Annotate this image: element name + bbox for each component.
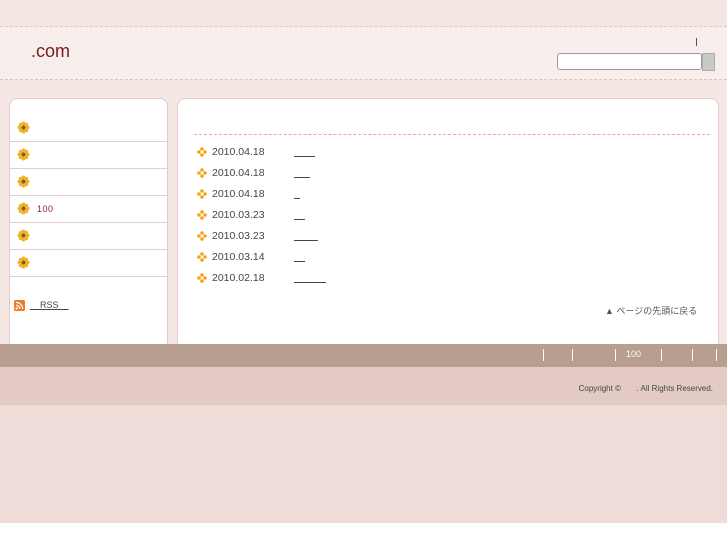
nav-separator bbox=[543, 349, 544, 361]
news-link[interactable] bbox=[294, 230, 318, 241]
rss-label: RSS bbox=[40, 300, 59, 310]
nav-separator bbox=[661, 349, 662, 361]
footer-nav-item-100[interactable]: 100 bbox=[626, 349, 641, 359]
footer: Copyright © . All Rights Reserved. bbox=[0, 367, 727, 406]
clover-bullet-icon bbox=[197, 273, 207, 283]
sunflower-icon bbox=[17, 175, 30, 188]
main-content: 2010.04.18 2010.04.18 2010.04.18 2010.03… bbox=[177, 98, 719, 350]
sunflower-icon bbox=[17, 229, 30, 242]
nav-separator bbox=[615, 349, 616, 361]
news-link[interactable] bbox=[294, 272, 326, 283]
rss-icon[interactable] bbox=[14, 300, 25, 311]
news-item: 2010.04.18 bbox=[197, 167, 397, 181]
nav-separator bbox=[572, 349, 573, 361]
news-item: 2010.04.18 bbox=[197, 146, 397, 160]
sunflower-icon bbox=[17, 202, 30, 215]
news-link[interactable] bbox=[294, 209, 305, 220]
site-header: .com bbox=[0, 27, 727, 80]
news-item: 2010.03.14 bbox=[197, 251, 397, 265]
header-divider bbox=[696, 38, 697, 46]
news-date: 2010.04.18 bbox=[212, 188, 265, 200]
sidebar-item-label: 100 bbox=[37, 204, 54, 214]
clover-bullet-icon bbox=[197, 168, 207, 178]
sidebar: 100 RSS bbox=[9, 98, 168, 350]
section-divider bbox=[194, 134, 710, 135]
search-input[interactable] bbox=[557, 53, 702, 70]
news-link[interactable] bbox=[294, 167, 310, 178]
sidebar-item[interactable] bbox=[10, 223, 167, 250]
news-date: 2010.04.18 bbox=[212, 146, 265, 158]
clover-bullet-icon bbox=[197, 231, 207, 241]
news-item: 2010.03.23 bbox=[197, 230, 397, 244]
nav-separator bbox=[692, 349, 693, 361]
news-date: 2010.03.23 bbox=[212, 230, 265, 242]
nav-separator bbox=[716, 349, 717, 361]
news-date: 2010.02.18 bbox=[212, 272, 265, 284]
rss-link[interactable]: RSS bbox=[30, 300, 69, 310]
sidebar-item[interactable] bbox=[10, 142, 167, 169]
news-item: 2010.03.23 bbox=[197, 209, 397, 223]
news-link[interactable] bbox=[294, 146, 315, 157]
news-link[interactable] bbox=[294, 251, 305, 262]
news-item: 2010.04.18 bbox=[197, 188, 397, 202]
clover-bullet-icon bbox=[197, 189, 207, 199]
news-date: 2010.03.14 bbox=[212, 251, 265, 263]
footer-nav: 100 bbox=[0, 344, 727, 367]
copyright-text: Copyright © . All Rights Reserved. bbox=[578, 384, 713, 393]
news-date: 2010.04.18 bbox=[212, 167, 265, 179]
sidebar-item[interactable] bbox=[10, 169, 167, 196]
sidebar-item[interactable] bbox=[10, 250, 167, 277]
sidebar-item[interactable] bbox=[10, 115, 167, 142]
sunflower-icon bbox=[17, 121, 30, 134]
clover-bullet-icon bbox=[197, 252, 207, 262]
top-band bbox=[0, 0, 727, 27]
sidebar-item-100[interactable]: 100 bbox=[10, 196, 167, 223]
page-top-link[interactable]: ▲ ページの先頭に戻る bbox=[605, 304, 697, 317]
news-link[interactable] bbox=[294, 188, 300, 199]
news-date: 2010.03.23 bbox=[212, 209, 265, 221]
sunflower-icon bbox=[17, 148, 30, 161]
clover-bullet-icon bbox=[197, 147, 207, 157]
news-item: 2010.02.18 bbox=[197, 272, 397, 286]
sunflower-icon bbox=[17, 256, 30, 269]
clover-bullet-icon bbox=[197, 210, 207, 220]
site-title[interactable]: .com bbox=[31, 41, 70, 62]
search-button[interactable] bbox=[702, 53, 715, 71]
